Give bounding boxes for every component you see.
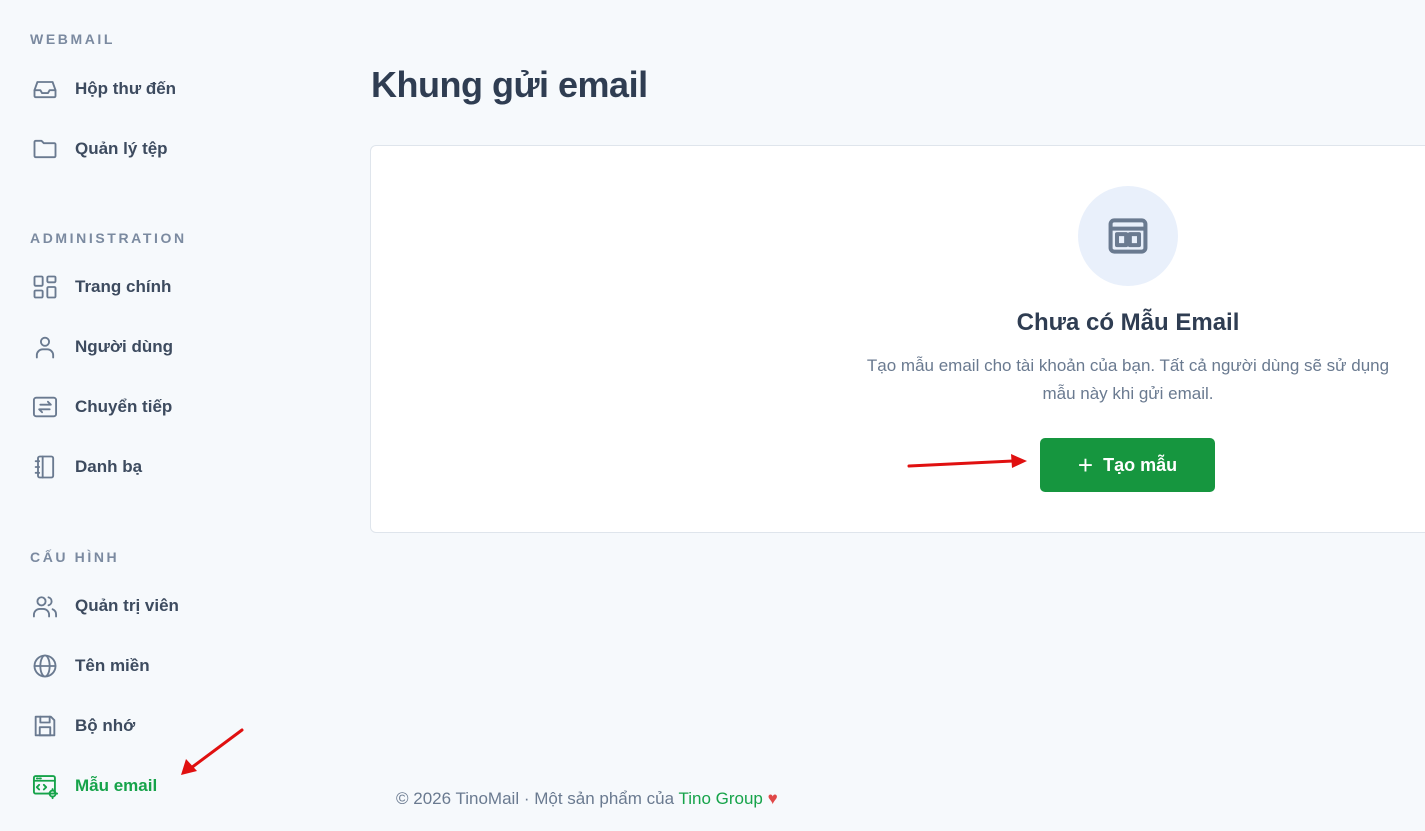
heart-icon: ♥ — [767, 789, 778, 808]
template-layout-icon — [1078, 186, 1178, 286]
sidebar-item-label: Trang chính — [75, 277, 172, 296]
page-title: Khung gửi email — [371, 64, 648, 105]
sidebar-item-label: Chuyển tiếp — [75, 397, 173, 416]
sidebar: WEBMAIL Hộp thư đến Quản lý tệp ADMINIST… — [0, 0, 330, 831]
sidebar-item-contacts[interactable]: Danh bạ — [30, 451, 310, 483]
empty-state-card: Chưa có Mẫu Email Tạo mẫu email cho tài … — [370, 145, 1425, 533]
sidebar-item-label: Tên miền — [75, 656, 150, 675]
empty-state-description: Tạo mẫu email cho tài khoản của bạn. Tất… — [828, 352, 1425, 408]
sidebar-item-label: Mẫu email — [75, 776, 158, 795]
users-icon — [30, 591, 60, 621]
address-book-icon — [30, 452, 60, 482]
folder-icon — [30, 134, 60, 164]
sidebar-item-home[interactable]: Trang chính — [30, 271, 310, 303]
sidebar-item-domains[interactable]: Tên miền — [30, 650, 310, 682]
sidebar-item-forwarding[interactable]: Chuyển tiếp — [30, 391, 310, 423]
code-template-gear-icon — [30, 771, 60, 801]
sidebar-item-files[interactable]: Quản lý tệp — [30, 133, 310, 165]
section-title-administration: ADMINISTRATION — [30, 230, 187, 246]
sidebar-item-storage[interactable]: Bộ nhớ — [30, 710, 310, 742]
create-template-button-label: Tạo mẫu — [1103, 454, 1178, 475]
save-disk-icon — [30, 711, 60, 741]
globe-icon — [30, 651, 60, 681]
sidebar-item-label: Bộ nhớ — [75, 716, 136, 735]
footer-brand-link[interactable]: Tino Group — [678, 789, 762, 808]
user-icon — [30, 332, 60, 362]
empty-state-title: Chưa có Mẫu Email — [1016, 309, 1240, 336]
sidebar-item-label: Người dùng — [75, 337, 174, 356]
section-title-config: CẤU HÌNH — [30, 549, 120, 565]
sidebar-item-admins[interactable]: Quản trị viên — [30, 590, 310, 622]
empty-state-description-line: mẫu này khi gửi email. — [1042, 384, 1214, 403]
dashboard-grid-icon — [30, 272, 60, 302]
inbox-icon — [30, 74, 60, 104]
sidebar-item-templates[interactable]: Mẫu email — [30, 770, 310, 802]
sidebar-item-label: Danh bạ — [75, 457, 143, 476]
sidebar-item-label: Hộp thư đến — [75, 79, 177, 98]
sidebar-item-inbox[interactable]: Hộp thư đến — [30, 73, 310, 105]
sidebar-item-users[interactable]: Người dùng — [30, 331, 310, 363]
sidebar-item-label: Quản trị viên — [75, 596, 179, 615]
sidebar-item-label: Quản lý tệp — [75, 139, 168, 158]
plus-icon: + — [1077, 450, 1094, 480]
section-title-webmail: WEBMAIL — [30, 31, 116, 47]
footer-copyright: © 2026 TinoMail · Một sản phẩm của — [396, 789, 679, 808]
forward-arrows-icon — [30, 392, 60, 422]
footer: © 2026 TinoMail · Một sản phẩm của Tino … — [396, 789, 778, 809]
empty-state-description-line: Tạo mẫu email cho tài khoản của bạn. Tất… — [866, 356, 1390, 375]
create-template-button[interactable]: + Tạo mẫu — [1040, 438, 1215, 492]
